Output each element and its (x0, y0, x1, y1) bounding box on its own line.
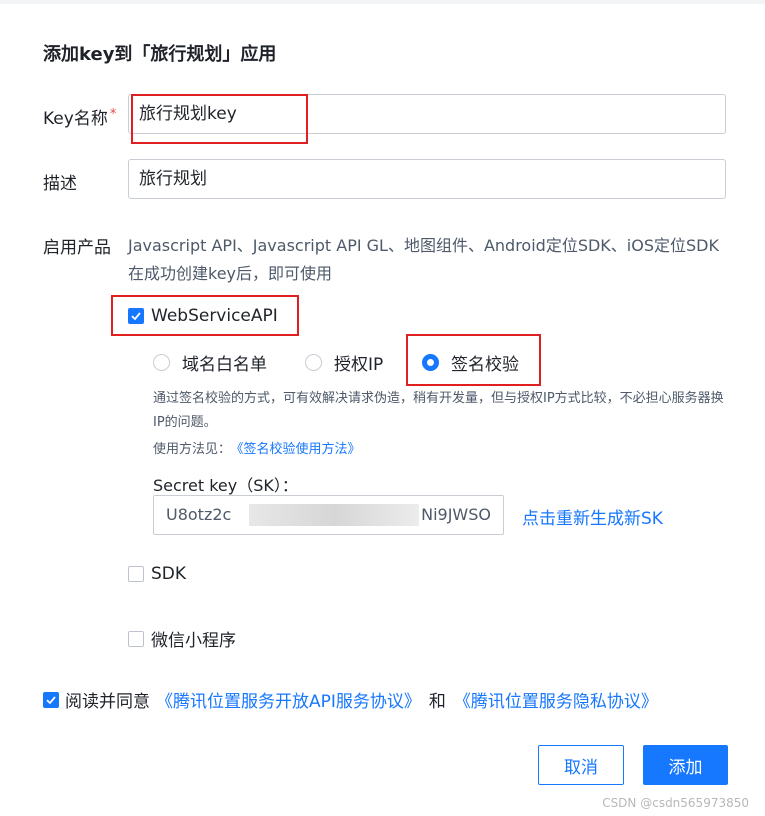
radio-circle[interactable] (153, 354, 170, 371)
usage-prefix: 使用方法见： (153, 442, 232, 457)
check-icon (46, 695, 56, 704)
dialog-title: 添加key到「旅行规划」应用 (43, 44, 277, 65)
required-mark: * (109, 107, 117, 122)
secret-key-field[interactable]: U8otz2c Ni9JWSO (153, 495, 504, 535)
secret-key-start: U8otz2c (166, 505, 232, 524)
add-button[interactable]: 添加 (643, 745, 728, 785)
csdn-watermark: CSDN @csdn565973850 (602, 796, 749, 810)
privacy-agreement-link[interactable]: 《腾讯位置服务隐私协议》 (454, 687, 658, 712)
secret-key-end: Ni9JWSO (421, 505, 491, 524)
highlight-box-key-name (131, 94, 308, 144)
agreement-checkbox[interactable] (43, 691, 59, 708)
highlight-box-webservice (111, 295, 299, 336)
miniprogram-checkbox-row[interactable]: 微信小程序 (128, 626, 236, 651)
redaction-blur (249, 504, 419, 526)
sdk-checkbox-row[interactable]: SDK (128, 564, 186, 584)
radio-label: 域名白名单 (182, 355, 267, 375)
sdk-label: SDK (151, 564, 187, 584)
agreement-and: 和 (428, 692, 446, 712)
usage-line: 使用方法见： 《签名校验使用方法》 (153, 438, 361, 457)
api-agreement-link[interactable]: 《腾讯位置服务开放API服务协议》 (156, 687, 421, 712)
key-name-label: Key名称 * (43, 107, 117, 129)
radio-label: 授权IP (334, 355, 384, 375)
radio-domain-whitelist[interactable]: 域名白名单 (153, 350, 267, 375)
description-input[interactable]: 旅行规划 (128, 159, 726, 199)
secret-key-label: Secret key（SK）： (153, 476, 298, 495)
radio-circle[interactable] (305, 354, 322, 371)
agreement-row: 阅读并同意 《腾讯位置服务开放API服务协议》 和 《腾讯位置服务隐私协议》 (43, 687, 658, 712)
agreement-prefix: 阅读并同意 (65, 692, 150, 712)
miniprogram-checkbox[interactable] (128, 630, 144, 647)
products-label: 启用产品 (43, 238, 111, 258)
cancel-button[interactable]: 取消 (538, 745, 624, 785)
miniprogram-label: 微信小程序 (151, 631, 236, 651)
signature-description: 通过签名校验的方式，可有效解决请求伪造，稍有开发量，但与授权IP方式比较，不必担… (153, 391, 724, 430)
highlight-box-signature (406, 334, 541, 386)
sdk-checkbox[interactable] (128, 566, 144, 582)
description-label: 描述 (43, 174, 77, 194)
add-key-dialog: 添加key到「旅行规划」应用 Key名称 * 旅行规划key 描述 旅行规划 启用… (0, 4, 765, 816)
radio-authorized-ip[interactable]: 授权IP (305, 350, 383, 375)
usage-link[interactable]: 《签名校验使用方法》 (237, 442, 361, 457)
products-info-text: Javascript API、Javascript API GL、地图组件、An… (128, 236, 719, 283)
regenerate-sk-link[interactable]: 点击重新生成新SK (522, 504, 663, 529)
